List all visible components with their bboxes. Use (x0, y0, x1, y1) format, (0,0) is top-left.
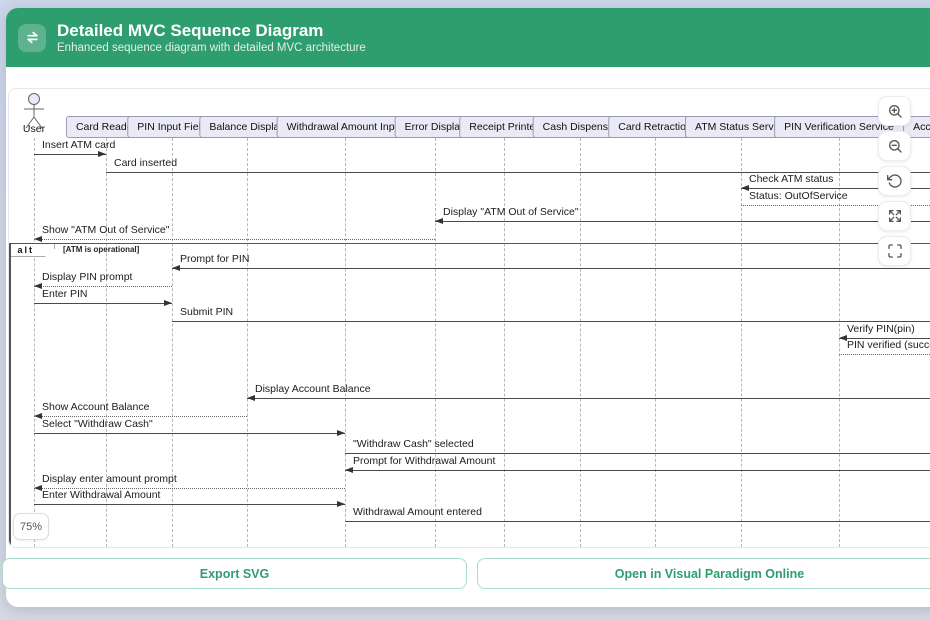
message-label: PIN verified (success) (847, 339, 930, 351)
fullscreen-corners-icon (887, 243, 903, 259)
diagram-canvas: User alt [ATM is operational] Card Reade… (9, 89, 930, 547)
arrowhead-icon (337, 501, 345, 507)
arrowhead-icon (34, 236, 42, 242)
message-label: Prompt for Withdrawal Amount (353, 455, 495, 467)
card-header: Detailed MVC Sequence Diagram Enhanced s… (6, 8, 930, 67)
message-line (34, 433, 345, 434)
arrowhead-icon (164, 300, 172, 306)
fullscreen-button[interactable] (878, 236, 911, 266)
message-label: Card inserted (114, 157, 177, 169)
message-line (34, 154, 106, 155)
rotate-ccw-icon (887, 173, 903, 189)
arrowhead-icon (34, 283, 42, 289)
message-line (345, 453, 930, 454)
message-line (172, 268, 930, 269)
message-line (435, 221, 930, 222)
header-text: Detailed MVC Sequence Diagram Enhanced s… (57, 21, 366, 55)
alt-condition-label: [ATM is operational] (63, 245, 139, 254)
message-label: Prompt for PIN (180, 253, 249, 265)
message-line (34, 286, 172, 287)
message-label: Show Account Balance (42, 401, 149, 413)
alt-operator-label: alt (9, 243, 55, 257)
diagram-card: Detailed MVC Sequence Diagram Enhanced s… (6, 8, 930, 607)
diagram-viewport[interactable]: User alt [ATM is operational] Card Reade… (8, 88, 930, 548)
arrowhead-icon (172, 265, 180, 271)
message-line (247, 398, 930, 399)
arrowhead-icon (839, 335, 847, 341)
message-label: Enter Withdrawal Amount (42, 489, 160, 501)
message-line (34, 303, 172, 304)
arrowhead-icon (337, 430, 345, 436)
message-label: Show "ATM Out of Service" (42, 224, 169, 236)
zoom-out-button[interactable] (878, 131, 911, 161)
message-line (345, 470, 930, 471)
arrowhead-icon (345, 467, 353, 473)
arrowhead-icon (34, 485, 42, 491)
arrowhead-icon (247, 395, 255, 401)
diagram-controls (878, 96, 911, 266)
arrowhead-icon (34, 413, 42, 419)
message-line (34, 416, 247, 417)
page-subtitle: Enhanced sequence diagram with detailed … (57, 42, 366, 54)
zoom-in-button[interactable] (878, 96, 911, 126)
message-line (839, 354, 930, 355)
message-line (345, 521, 930, 522)
magnifier-minus-icon (887, 138, 903, 154)
arrowhead-icon (741, 185, 749, 191)
message-label: Select "Withdraw Cash" (42, 418, 153, 430)
message-label: Withdrawal Amount entered (353, 506, 482, 518)
message-label: Submit PIN (180, 306, 233, 318)
magnifier-plus-icon (887, 103, 903, 119)
actor-label: User (23, 123, 45, 135)
message-label: Insert ATM card (42, 139, 115, 151)
arrowhead-icon (98, 151, 106, 157)
message-line (172, 321, 930, 322)
message-line (34, 239, 435, 240)
export-svg-button[interactable]: Export SVG (2, 558, 467, 589)
reset-view-button[interactable] (878, 166, 911, 196)
message-label: Display enter amount prompt (42, 473, 177, 485)
message-label: Check ATM status (749, 173, 833, 185)
page-title: Detailed MVC Sequence Diagram (57, 21, 366, 41)
message-line (34, 504, 345, 505)
expand-button[interactable] (878, 201, 911, 231)
message-label: Display Account Balance (255, 383, 371, 395)
arrowhead-icon (435, 218, 443, 224)
zoom-level-badge: 75% (13, 513, 49, 540)
message-label: Display "ATM Out of Service" (443, 206, 579, 218)
swap-arrows-icon (18, 24, 46, 52)
message-label: Status: OutOfService (749, 190, 848, 202)
expand-arrows-icon (887, 208, 903, 224)
message-label: Enter PIN (42, 288, 88, 300)
participant-box: Withdrawal Amount Input (277, 116, 414, 138)
alt-frame: alt [ATM is operational] (9, 243, 930, 548)
message-label: Verify PIN(pin) (847, 323, 915, 335)
message-label: Display PIN prompt (42, 271, 132, 283)
footer-actions: Export SVG Open in Visual Paradigm Onlin… (2, 558, 930, 589)
open-visual-paradigm-button[interactable]: Open in Visual Paradigm Online (477, 558, 930, 589)
message-label: "Withdraw Cash" selected (353, 438, 474, 450)
